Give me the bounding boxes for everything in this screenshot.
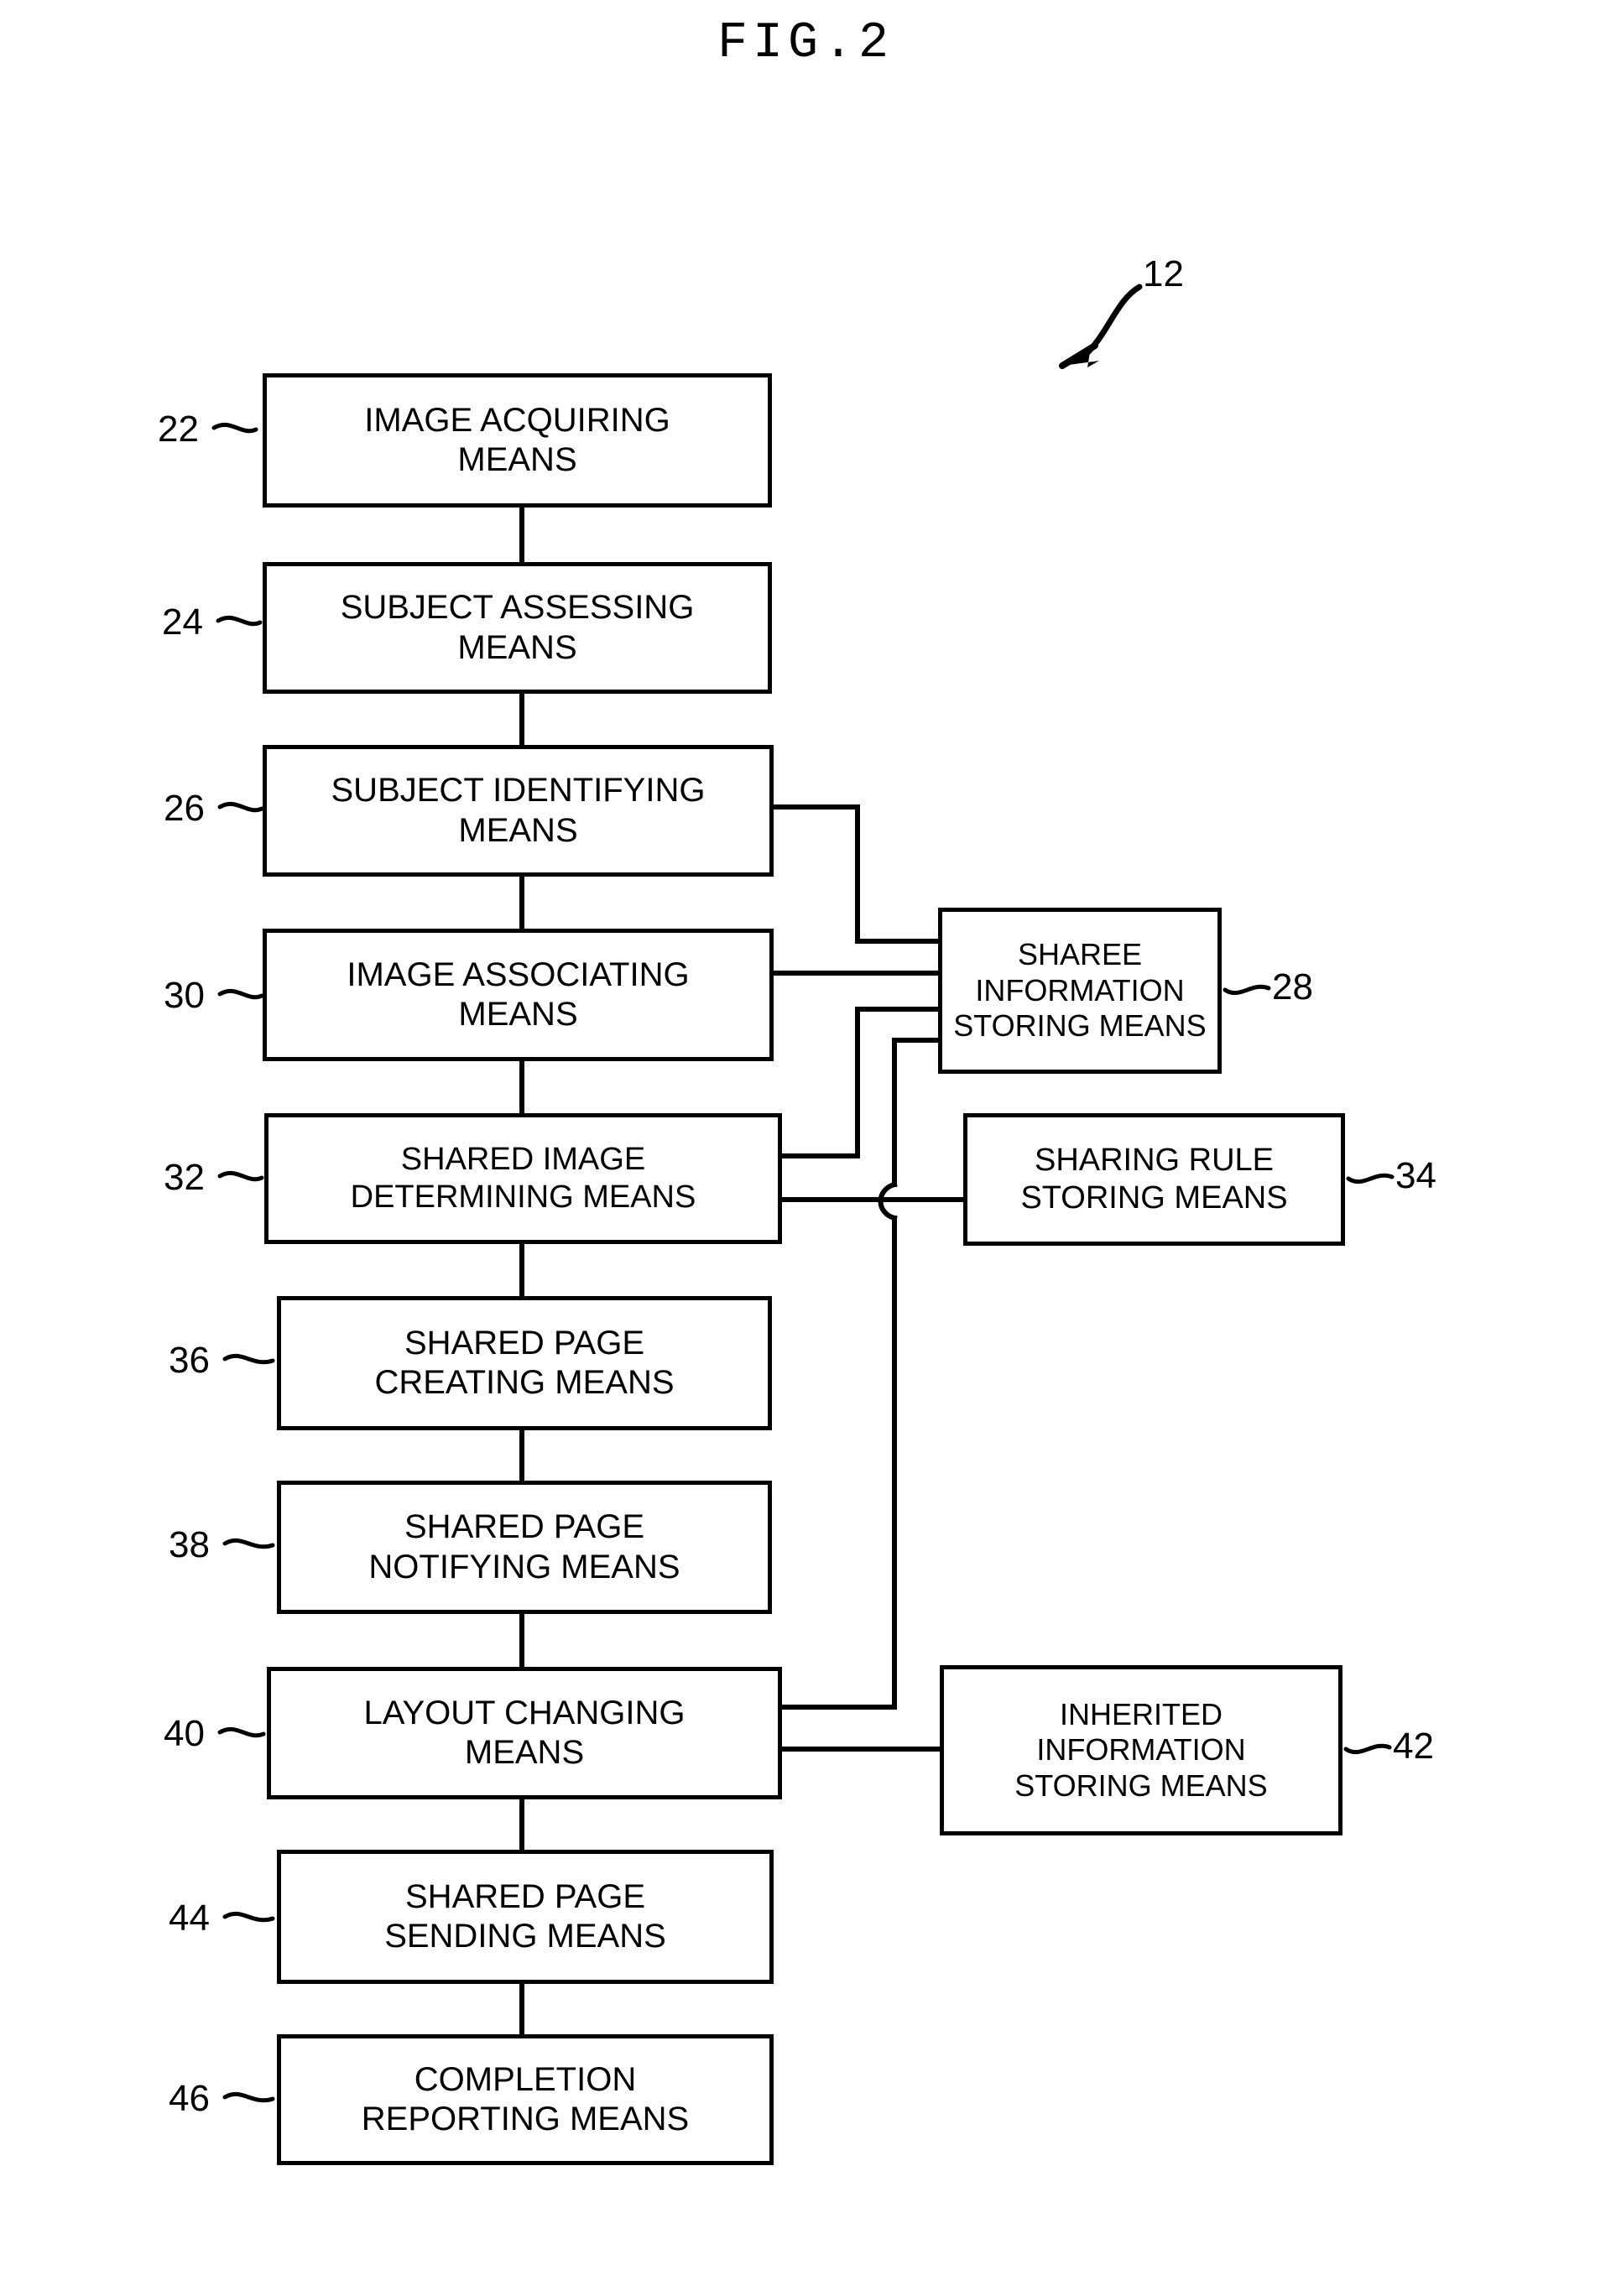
ref-number-36: 36 <box>169 1340 210 1381</box>
ref-number-30: 30 <box>164 975 205 1016</box>
figure-canvas: FIG.2 IMAGE ACQUIRING MEANS SUBJECT ASSE… <box>0 0 1611 2296</box>
ref-number-28: 28 <box>1272 966 1313 1007</box>
ref-number-32: 32 <box>164 1157 205 1198</box>
ref-number-38: 38 <box>169 1524 210 1565</box>
ref-number-42: 42 <box>1393 1726 1434 1767</box>
ref-number-26: 26 <box>164 788 205 829</box>
ref-number-40: 40 <box>164 1713 205 1754</box>
ref-number-46: 46 <box>169 2078 210 2119</box>
ref-number-24: 24 <box>162 601 203 643</box>
ref-number-34: 34 <box>1395 1155 1436 1196</box>
ref-number-12: 12 <box>1143 253 1184 294</box>
ref-number-22: 22 <box>158 409 199 450</box>
reference-leader-lines <box>211 284 1395 2103</box>
ref-number-44: 44 <box>169 1898 210 1939</box>
